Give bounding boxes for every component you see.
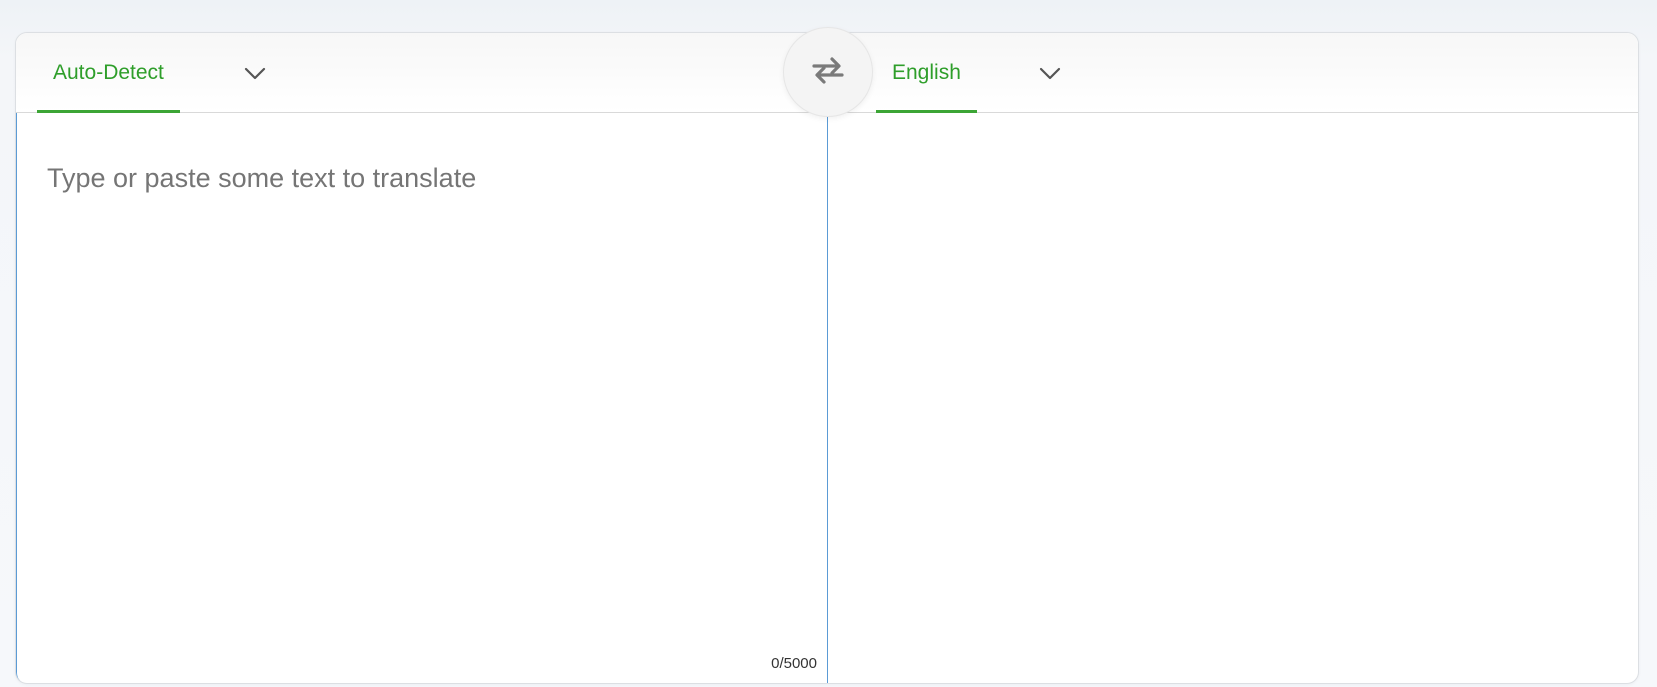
source-text-input[interactable]: [47, 163, 807, 643]
target-language-tab[interactable]: English: [876, 33, 977, 113]
source-text-pane: 0/5000: [16, 113, 828, 683]
source-language-dropdown-icon[interactable]: [242, 61, 268, 85]
swap-arrows-icon: [808, 50, 848, 95]
target-language-label: English: [892, 61, 961, 84]
source-language-tab[interactable]: Auto-Detect: [37, 33, 180, 113]
translator-panel: Auto-Detect English 0/5000: [15, 32, 1639, 684]
translation-output-pane: [828, 113, 1638, 683]
character-count: 0/5000: [771, 655, 817, 672]
target-language-dropdown-icon[interactable]: [1037, 61, 1063, 85]
swap-languages-button[interactable]: [783, 27, 873, 117]
source-language-label: Auto-Detect: [53, 61, 164, 84]
